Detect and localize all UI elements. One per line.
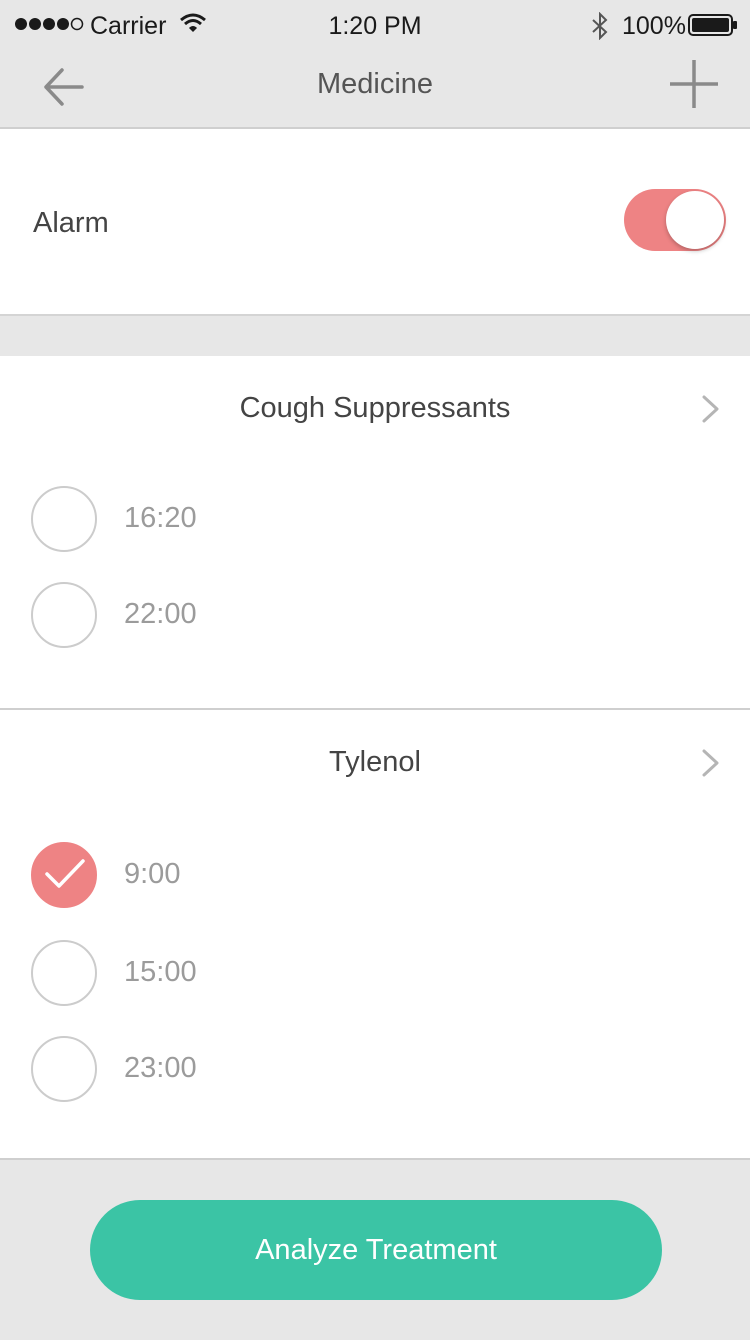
battery-percent: 100%	[622, 12, 686, 40]
analyze-treatment-button[interactable]: Analyze Treatment	[90, 1200, 662, 1300]
dose-row: 16:20	[0, 478, 750, 558]
dose-time: 22:00	[124, 598, 197, 630]
alarm-label: Alarm	[33, 207, 109, 239]
dose-checkbox[interactable]	[31, 1036, 97, 1102]
add-medicine-button[interactable]	[668, 58, 720, 110]
chevron-right-icon	[702, 749, 719, 777]
medicine-group-tylenol: Tylenol 9:00 15:00 23:00	[0, 710, 750, 1160]
dose-row: 15:00	[0, 932, 750, 1012]
alarm-section: Alarm	[0, 129, 750, 316]
battery-icon	[688, 14, 737, 36]
chevron-right-icon	[702, 395, 719, 423]
dose-checkbox[interactable]	[31, 582, 97, 648]
dose-row: 23:00	[0, 1028, 750, 1108]
dose-time: 16:20	[124, 502, 197, 534]
bluetooth-icon	[592, 12, 608, 40]
status-bar: Carrier 1:20 PM 100%	[0, 0, 750, 54]
dose-time: 9:00	[124, 858, 181, 890]
dose-time: 23:00	[124, 1052, 197, 1084]
dose-time: 15:00	[124, 956, 197, 988]
medicine-group-cough-suppressants: Cough Suppressants 16:20 22:00	[0, 356, 750, 710]
medicine-name: Cough Suppressants	[239, 392, 511, 424]
medicine-header-tylenol[interactable]: Tylenol	[0, 710, 750, 818]
medicine-name: Tylenol	[329, 746, 421, 778]
checkmark-icon	[45, 859, 85, 888]
nav-bar: Medicine	[0, 54, 750, 129]
page-title: Medicine	[316, 68, 434, 100]
plus-icon	[670, 60, 718, 108]
dose-row: 9:00	[0, 834, 750, 914]
dose-checkbox-checked[interactable]	[31, 842, 97, 908]
dose-checkbox[interactable]	[31, 940, 97, 1006]
dose-checkbox[interactable]	[31, 486, 97, 552]
toggle-knob	[666, 191, 724, 249]
medicine-screen: Carrier 1:20 PM 100% Medicine Alarm Coug…	[0, 0, 750, 1340]
medicine-header-cough-suppressants[interactable]: Cough Suppressants	[0, 356, 750, 464]
dose-row: 22:00	[0, 574, 750, 654]
alarm-toggle[interactable]	[624, 189, 726, 251]
